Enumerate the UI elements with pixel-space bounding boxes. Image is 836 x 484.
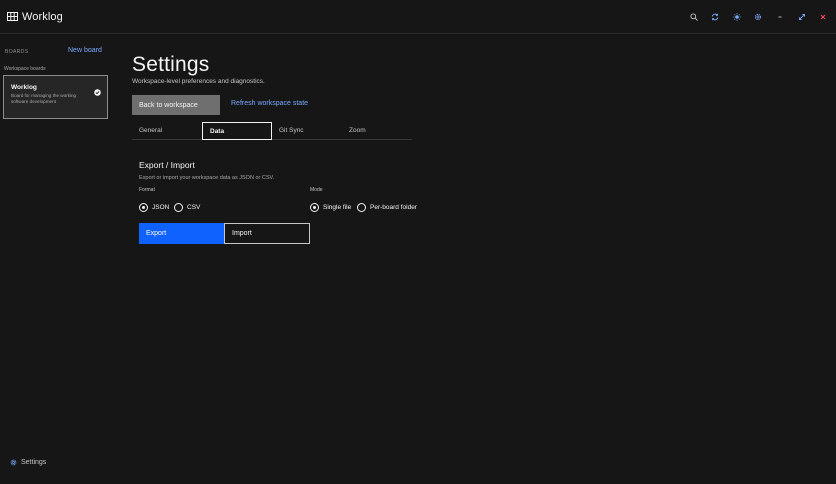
radio-label: Per-board folder <box>370 204 417 211</box>
export-button[interactable]: Export <box>139 223 224 244</box>
gear-icon <box>10 453 17 471</box>
mode-radio-single-file[interactable]: Single file <box>310 203 351 212</box>
tab-data[interactable]: Data <box>202 122 272 140</box>
mode-label: Mode <box>310 187 323 193</box>
tab-general[interactable]: General <box>132 122 202 139</box>
title-bar-actions <box>683 0 836 34</box>
sidebar: BOARDS New board Workspace boards Worklo… <box>0 34 114 484</box>
mode-radio-per-board-folder[interactable]: Per-board folder <box>357 203 417 212</box>
board-title: Worklog <box>11 84 37 91</box>
import-button[interactable]: Import <box>224 223 310 244</box>
export-import-description: Export or import your workspace data as … <box>139 175 275 181</box>
format-radio-json[interactable]: JSON <box>139 203 169 212</box>
sidebar-header: BOARDS New board <box>5 47 109 59</box>
export-import-title: Export / Import <box>139 160 195 170</box>
refresh-workspace-link[interactable]: Refresh workspace state <box>231 100 308 107</box>
radio-label: JSON <box>152 204 170 211</box>
workspace-boards-label: Workspace boards <box>4 66 46 72</box>
board-description: Board for managing the working software … <box>11 93 77 104</box>
board-card-worklog[interactable]: Worklog Board for managing the working s… <box>3 75 108 119</box>
title-bar: Worklog <box>0 0 836 34</box>
check-circle-icon <box>94 83 101 101</box>
radio-label: CSV <box>187 204 201 211</box>
radio-selected-icon <box>310 203 319 212</box>
radio-label: Single file <box>323 204 352 211</box>
theme-icon[interactable] <box>726 0 748 34</box>
radio-unselected-icon <box>357 203 366 212</box>
back-to-workspace-button[interactable]: Back to workspace <box>132 95 220 115</box>
settings-icon[interactable] <box>748 0 770 34</box>
tab-zoom[interactable]: Zoom <box>342 122 412 139</box>
page-subtitle: Workspace-level preferences and diagnost… <box>132 78 265 85</box>
page-title: Settings <box>132 53 210 76</box>
tab-git-sync[interactable]: Git Sync <box>272 122 342 139</box>
minimize-icon[interactable] <box>769 0 791 34</box>
app-logo-icon <box>7 12 18 21</box>
close-icon[interactable] <box>812 0 834 34</box>
sidebar-settings-label: Settings <box>21 458 47 466</box>
format-label: Format <box>139 187 155 193</box>
sidebar-settings-link[interactable]: Settings <box>10 453 46 471</box>
maximize-icon[interactable] <box>791 0 813 34</box>
radio-selected-icon <box>139 203 148 212</box>
boards-label: BOARDS <box>5 49 29 55</box>
brand: Worklog <box>7 11 63 23</box>
format-radio-csv[interactable]: CSV <box>174 203 200 212</box>
sync-icon[interactable] <box>704 0 726 34</box>
app-name: Worklog <box>22 10 63 23</box>
search-icon[interactable] <box>683 0 705 34</box>
radio-unselected-icon <box>174 203 183 212</box>
new-board-button[interactable]: New board <box>68 47 102 54</box>
settings-tabs: General Data Git Sync Zoom <box>132 122 412 140</box>
